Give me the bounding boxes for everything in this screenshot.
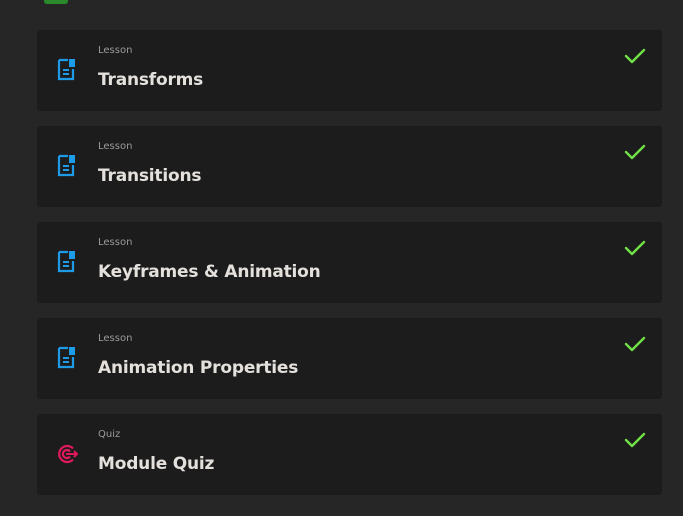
checkmark-icon [624,431,646,449]
document-icon [55,58,79,82]
list-item-transforms[interactable]: Lesson Transforms [37,30,662,111]
module-contents: Lesson Transforms Lesson Transitions Les… [0,0,683,516]
item-title[interactable]: Transforms [98,69,203,91]
checkmark-icon [624,143,646,161]
item-title[interactable]: Animation Properties [98,357,298,379]
list-item-transitions[interactable]: Lesson Transitions [37,126,662,207]
checkmark-icon [624,47,646,65]
list-item-animation-properties[interactable]: Lesson Animation Properties [37,318,662,399]
checkmark-icon [624,335,646,353]
document-icon [55,154,79,178]
item-type-label: Quiz [98,429,121,440]
checkmark-icon [624,239,646,257]
document-icon [55,346,79,370]
list-item-module-quiz[interactable]: Quiz Module Quiz [37,414,662,495]
module-complete-indicator [44,0,68,4]
item-title[interactable]: Transitions [98,165,201,187]
item-type-label: Lesson [98,141,133,152]
item-title[interactable]: Keyframes & Animation [98,261,321,283]
module-item-list: Lesson Transforms Lesson Transitions Les… [37,30,662,510]
item-type-label: Lesson [98,237,133,248]
target-icon [55,442,79,466]
item-title[interactable]: Module Quiz [98,453,214,475]
document-icon [55,250,79,274]
item-type-label: Lesson [98,45,133,56]
item-type-label: Lesson [98,333,133,344]
list-item-keyframes-animation[interactable]: Lesson Keyframes & Animation [37,222,662,303]
